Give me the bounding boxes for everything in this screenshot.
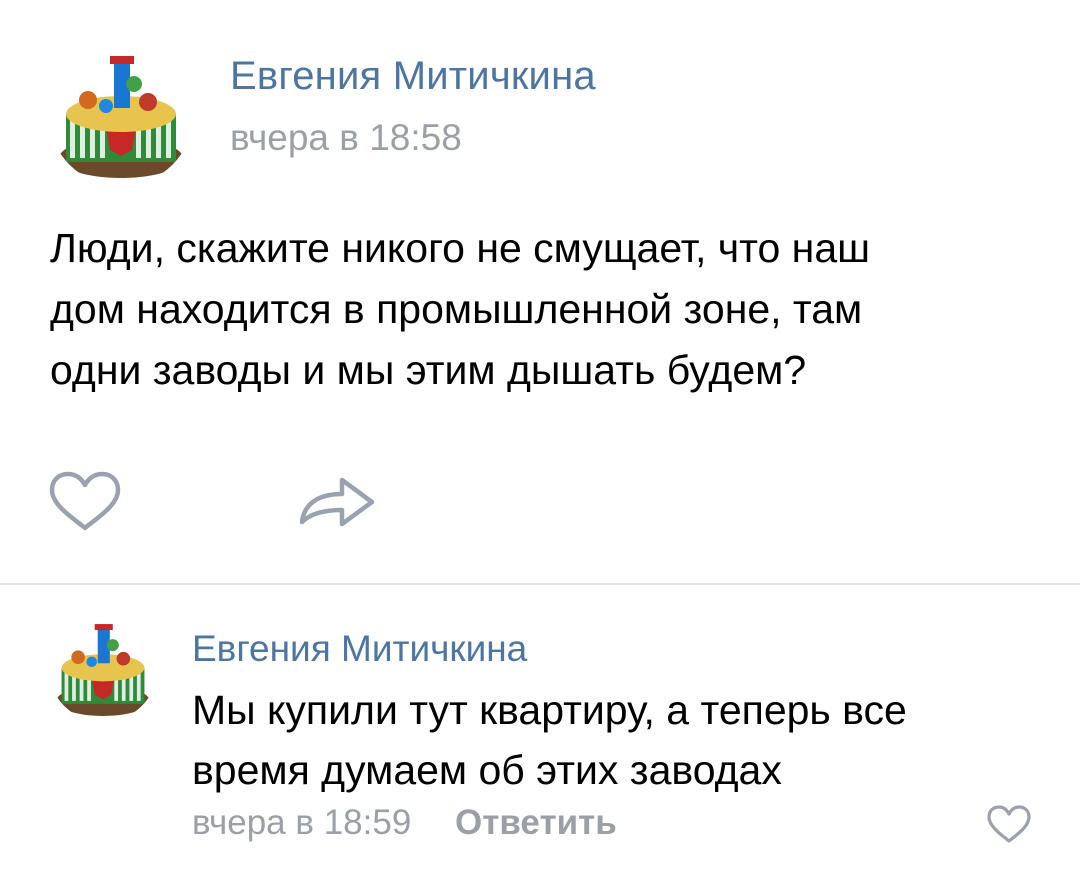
section-divider	[0, 583, 1080, 585]
post-text: Люди, скажите никого не смущает, что наш…	[50, 218, 1030, 401]
author-avatar[interactable]	[48, 40, 194, 186]
reply-button[interactable]: Ответить	[455, 803, 617, 842]
heart-outline-icon	[987, 805, 1031, 843]
post-text-line: одни заводы и мы этим дышать будем?	[50, 347, 807, 393]
comment-like-button[interactable]	[986, 804, 1032, 844]
comment-author-avatar[interactable]	[48, 612, 158, 722]
heart-outline-icon	[49, 471, 121, 531]
comment-text-line: время думаем об этих заводах	[192, 747, 782, 793]
comment-timestamp: вчера в 18:59	[192, 803, 412, 842]
post-author-name[interactable]: Евгения Митичкина	[230, 54, 596, 99]
post-timestamp: вчера в 18:58	[230, 117, 462, 158]
comment-text: Мы купили тут квартиру, а теперь все вре…	[192, 680, 1052, 800]
post-text-line: Люди, скажите никого не смущает, что наш	[50, 225, 871, 271]
post: Евгения Митичкина вчера в 18:58 Люди, ск…	[0, 0, 1080, 584]
like-button[interactable]	[46, 470, 124, 532]
comment-meta: вчера в 18:59 Ответить	[192, 803, 617, 843]
post-text-line: дом находится в промышленной зоне, там	[50, 286, 863, 332]
share-button[interactable]	[296, 470, 378, 532]
comment-author-name[interactable]: Евгения Митичкина	[192, 628, 527, 670]
comment-text-line: Мы купили тут квартиру, а теперь все	[192, 687, 907, 733]
cake-avatar-image	[48, 612, 158, 722]
share-arrow-icon	[299, 477, 375, 527]
cake-avatar-image	[48, 40, 194, 186]
